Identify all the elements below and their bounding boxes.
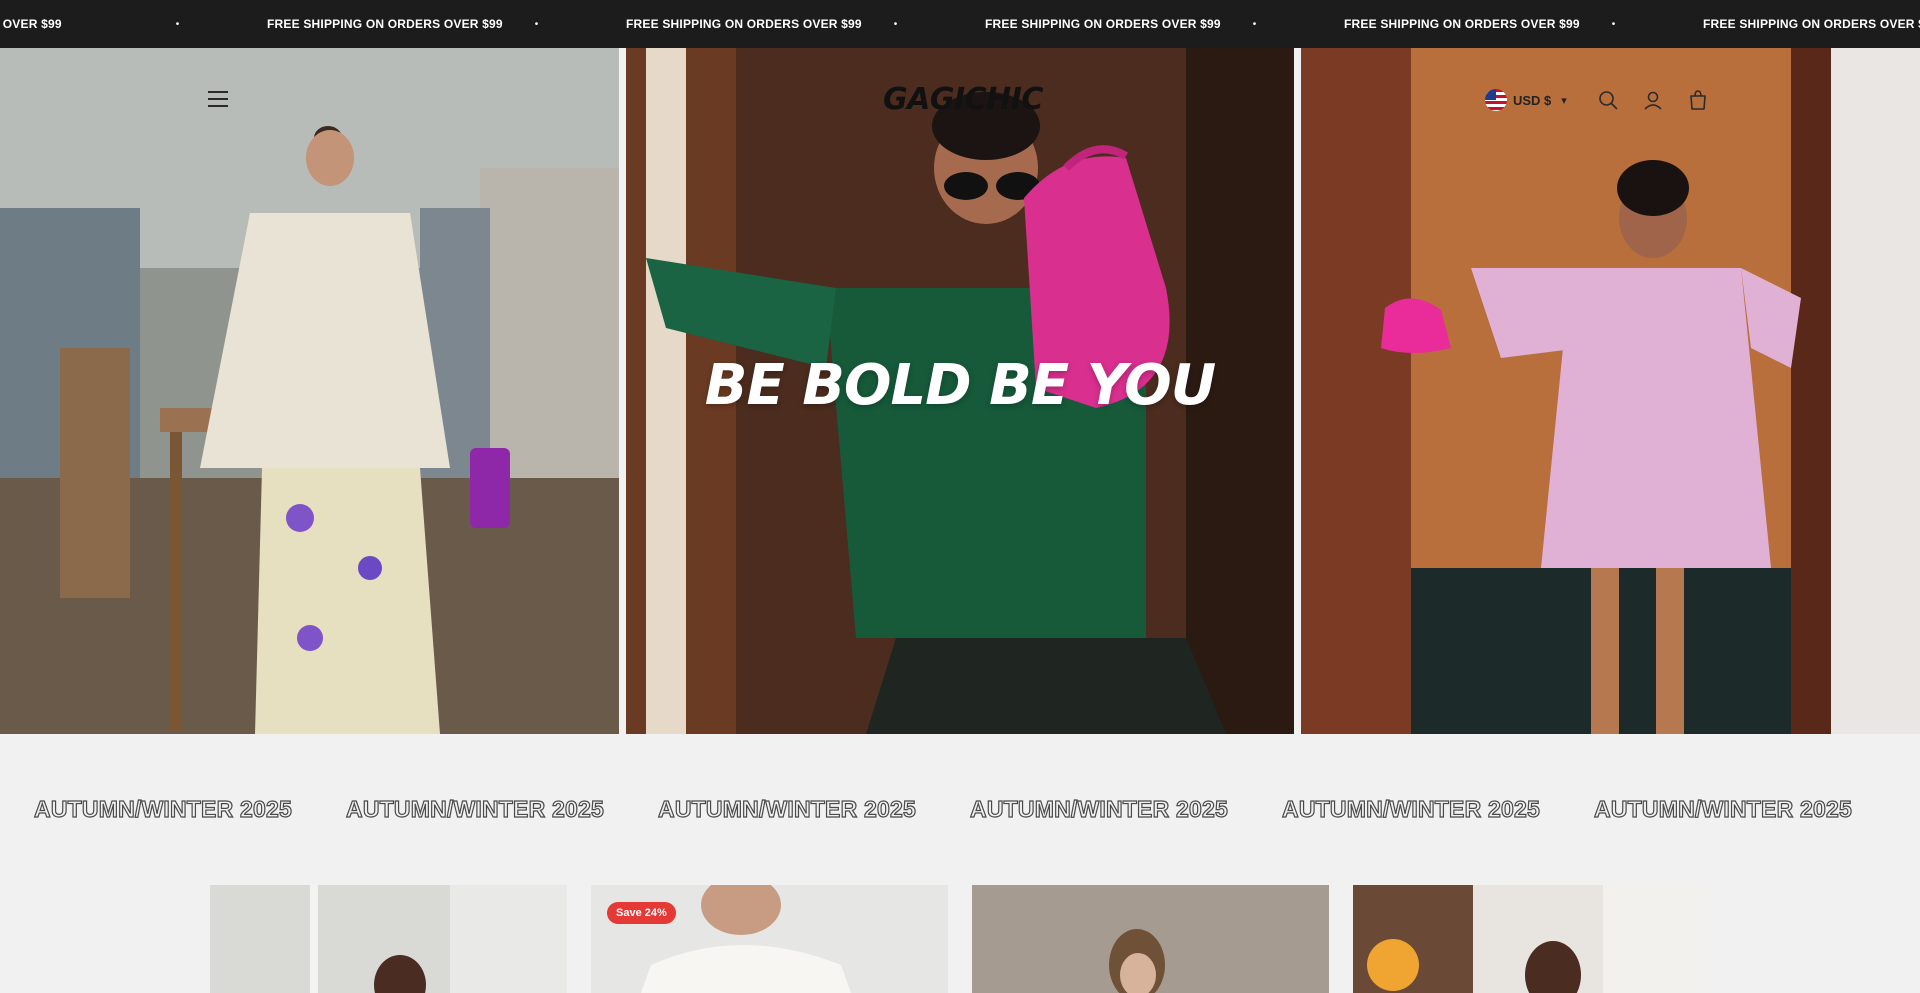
announcement-message: FREE SHIPPING ON ORDERS OVER $99 xyxy=(626,17,862,31)
us-flag-icon xyxy=(1485,89,1507,111)
product-card[interactable] xyxy=(210,885,567,993)
discount-badge: Save 24% xyxy=(607,902,676,924)
announcement-message: FREE SHIPPING ON ORDERS OVER $99 xyxy=(1344,17,1580,31)
marquee-item: AUTUMN/WINTER 2025 xyxy=(969,795,1228,822)
currency-label: USD $ xyxy=(1513,92,1552,108)
product-card[interactable]: Save 24% xyxy=(591,885,948,993)
announcement-separator: • xyxy=(534,18,539,30)
hero-title: BE BOLD BE YOU xyxy=(704,353,1216,418)
account-button[interactable] xyxy=(1642,89,1664,111)
account-icon xyxy=(1644,91,1662,110)
marquee-item: 5 xyxy=(0,796,7,823)
announcement-bar: N ORDERS OVER $99 • FREE SHIPPING ON ORD… xyxy=(0,0,1920,48)
search-icon xyxy=(1599,91,1618,110)
announcement-separator: • xyxy=(893,18,898,30)
season-marquee: 5 AUTUMN/WINTER 2025 AUTUMN/WINTER 2025 … xyxy=(0,734,1920,884)
marquee-item: AUTUMN/WINTER 2025 xyxy=(657,795,916,822)
marquee-item: AUTUMN/WINTER 2025 xyxy=(1281,795,1540,822)
site-header: GAGICHIC USD $ ▾ xyxy=(0,48,1920,156)
product-image xyxy=(1353,885,1710,993)
product-grid: Save 24% xyxy=(0,885,1920,993)
search-button[interactable] xyxy=(1597,89,1619,111)
currency-selector[interactable]: USD $ ▾ xyxy=(1485,89,1567,111)
site-logo[interactable]: GAGICHIC xyxy=(883,82,1043,117)
announcement-message: FREE SHIPPING ON ORDERS OVER $99 xyxy=(985,17,1221,31)
product-image xyxy=(972,885,1329,993)
announcement-separator: • xyxy=(175,18,180,30)
announcement-track: N ORDERS OVER $99 • FREE SHIPPING ON ORD… xyxy=(0,0,1920,48)
announcement-message: FREE SHIPPING ON ORDERS OVER $99 xyxy=(1703,17,1920,31)
announcement-separator: • xyxy=(1611,18,1616,30)
cart-icon xyxy=(1690,90,1706,110)
menu-button[interactable] xyxy=(208,91,232,109)
marquee-item: AUTUMN/WINTER 2025 xyxy=(1593,795,1852,822)
announcement-message: FREE SHIPPING ON ORDERS OVER $99 xyxy=(267,17,503,31)
marquee-item: AUTUMN/WINTER 2025 xyxy=(33,795,292,822)
cart-button[interactable] xyxy=(1687,89,1709,111)
product-image xyxy=(210,885,567,993)
product-card[interactable] xyxy=(972,885,1329,993)
product-card[interactable] xyxy=(1353,885,1710,993)
marquee-item: AUTUMN/WINTER 2025 xyxy=(345,795,604,822)
marquee-track: 5 AUTUMN/WINTER 2025 AUTUMN/WINTER 2025 … xyxy=(0,795,1879,823)
chevron-down-icon: ▾ xyxy=(1561,94,1567,107)
menu-icon xyxy=(208,91,228,93)
announcement-separator: • xyxy=(1252,18,1257,30)
announcement-message: N ORDERS OVER $99 xyxy=(0,17,62,31)
